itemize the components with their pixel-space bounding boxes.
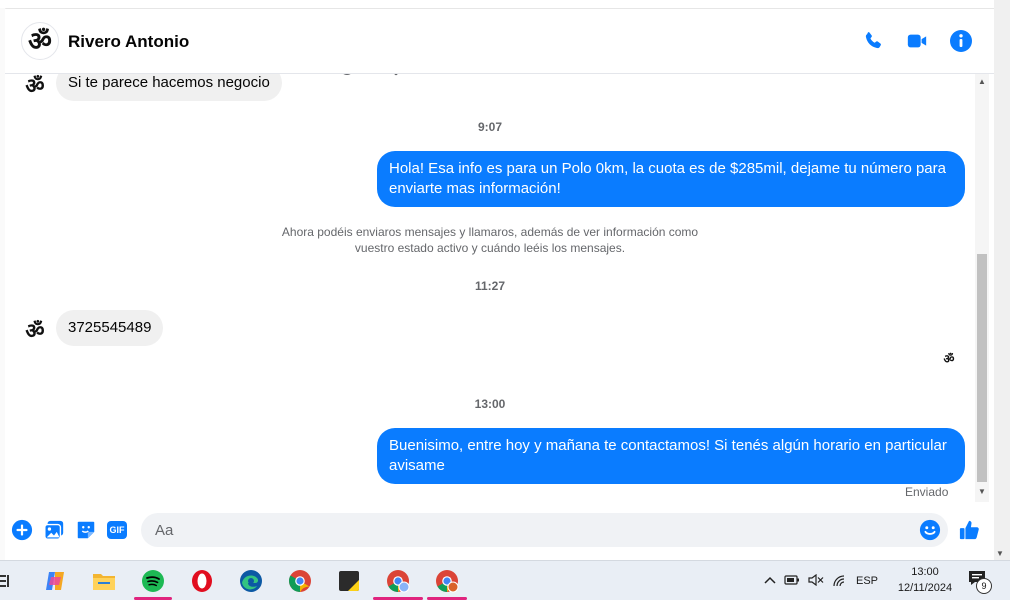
outgoing-message[interactable]: Hola! Esa info es para un Polo 0km, la c… — [377, 151, 965, 207]
chrome-profile-2-icon[interactable] — [434, 568, 460, 594]
more-options-icon[interactable] — [393, 74, 399, 82]
conversation-header: ॐ Rivero Antonio — [5, 9, 994, 74]
contact-name[interactable]: Rivero Antonio — [68, 32, 189, 52]
scroll-up-arrow[interactable]: ▲ — [975, 76, 989, 88]
message-composer: GIF — [5, 502, 994, 560]
system-tray: ESP — [764, 561, 878, 600]
contact-avatar-small[interactable]: ॐ — [23, 74, 47, 98]
video-camera-icon[interactable] — [905, 29, 929, 53]
message-text: 3725545489 — [68, 319, 152, 336]
page-scroll-down-arrow[interactable]: ▼ — [996, 549, 1004, 558]
clock-date: 12/11/2024 — [897, 582, 953, 594]
task-view-icon[interactable] — [0, 568, 12, 594]
incoming-message[interactable]: 3725545489 — [56, 310, 164, 346]
message-input-container[interactable] — [141, 513, 948, 547]
window-top-strip — [0, 0, 994, 9]
wifi-icon[interactable] — [832, 574, 848, 589]
notice-line: vuestro estado activo y cuándo leéis los… — [354, 241, 626, 255]
sticker-icon[interactable] — [75, 519, 97, 541]
messenger-window: ▼ ॐ Rivero Antonio ॐ Si te parece hacemo… — [0, 0, 1010, 600]
language-indicator[interactable]: ESP — [856, 575, 878, 587]
like-thumb-icon[interactable] — [959, 519, 981, 541]
notice-line: Ahora podéis enviaros mensajes y llamaro… — [281, 225, 699, 239]
message-input[interactable] — [153, 521, 917, 540]
photo-icon[interactable] — [43, 519, 65, 541]
page-scrollbar-track[interactable]: ▼ — [994, 0, 1010, 560]
sticky-notes-icon[interactable] — [336, 568, 362, 594]
emoji-icon[interactable] — [919, 519, 941, 541]
notification-count-badge: 9 — [976, 578, 992, 594]
incoming-message[interactable]: Si te parece hacemos negocio — [56, 74, 398, 101]
timestamp: 13:00 — [474, 397, 506, 411]
edge-icon[interactable] — [238, 568, 264, 594]
message-list: ॐ Si te parece hacemos negocio 9:07 Hola… — [5, 74, 975, 502]
chevron-up-icon[interactable] — [764, 575, 776, 588]
reply-icon[interactable] — [365, 74, 383, 82]
connection-notice: Ahora podéis enviaros mensajes y llamaro… — [275, 224, 705, 256]
contact-avatar[interactable]: ॐ — [21, 22, 59, 60]
react-smiley-icon[interactable] — [339, 74, 355, 82]
timestamp: 9:07 — [477, 120, 503, 134]
message-text: Si te parece hacemos negocio — [68, 74, 270, 91]
message-status: Enviado — [905, 485, 949, 499]
chrome-profile-1-icon[interactable] — [385, 568, 411, 594]
message-actions — [339, 74, 399, 82]
file-explorer-icon[interactable] — [91, 568, 117, 594]
read-receipt-avatar: ॐ — [943, 352, 955, 366]
copilot-icon[interactable] — [42, 568, 68, 594]
plus-icon[interactable] — [11, 519, 33, 541]
chat-scrollbar[interactable]: ▲ ▼ — [975, 74, 989, 502]
scrollbar-thumb[interactable] — [977, 254, 987, 482]
timestamp: 11:27 — [474, 279, 506, 293]
message-text: Buenisimo, entre hoy y mañana te contact… — [389, 437, 947, 474]
gif-icon[interactable]: GIF — [106, 519, 128, 541]
phone-icon[interactable] — [861, 29, 885, 53]
info-icon[interactable] — [949, 29, 973, 53]
scroll-down-arrow[interactable]: ▼ — [975, 486, 989, 498]
clock-time: 13:00 — [911, 566, 939, 578]
windows-taskbar: ESP 13:00 12/11/2024 9 — [0, 560, 1010, 600]
gif-label: GIF — [107, 521, 127, 539]
clock[interactable]: 13:00 12/11/2024 — [893, 564, 957, 596]
speaker-muted-icon[interactable] — [808, 573, 824, 589]
outgoing-message[interactable]: Buenisimo, entre hoy y mañana te contact… — [377, 428, 965, 484]
chrome-icon[interactable] — [287, 568, 313, 594]
spotify-icon[interactable] — [140, 568, 166, 594]
notification-center-icon[interactable]: 9 — [968, 570, 992, 594]
message-text: Hola! Esa info es para un Polo 0km, la c… — [389, 160, 946, 197]
contact-avatar-small[interactable]: ॐ — [23, 319, 47, 343]
battery-icon[interactable] — [784, 574, 800, 589]
opera-icon[interactable] — [189, 568, 215, 594]
